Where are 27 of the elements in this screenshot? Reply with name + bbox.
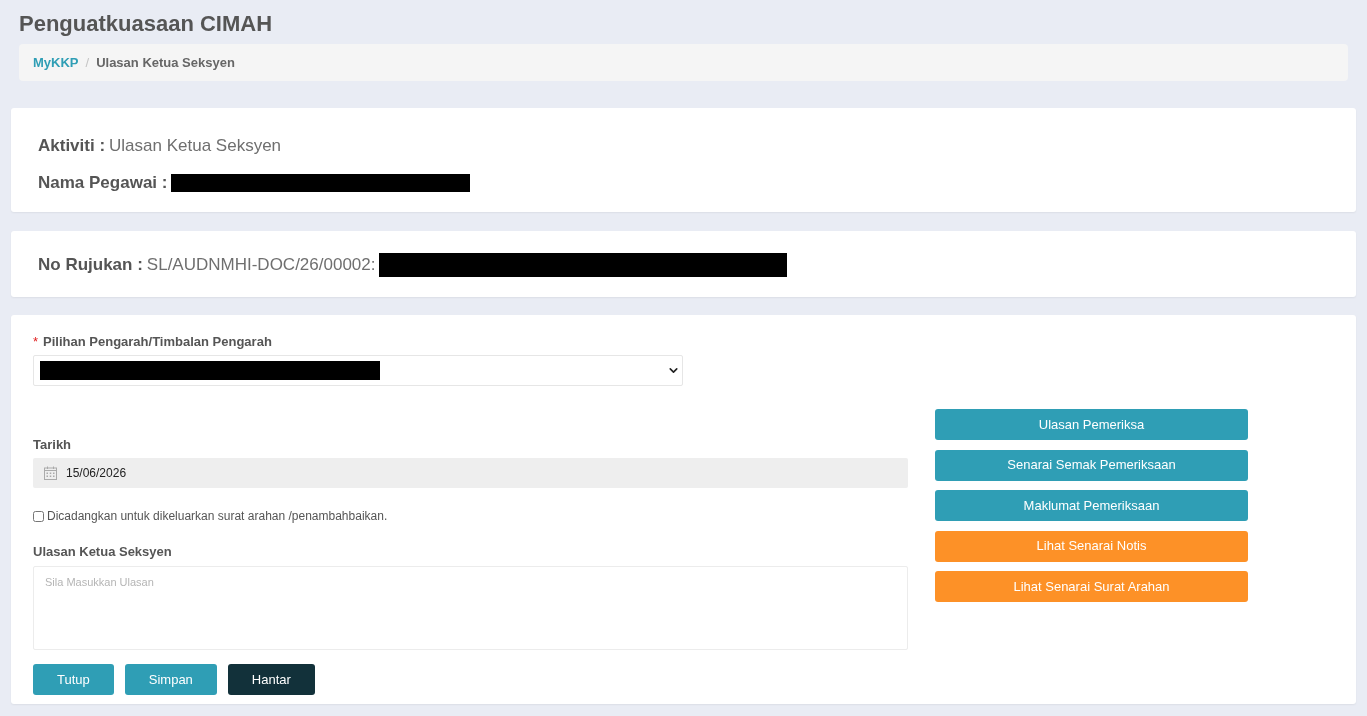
comment-textarea[interactable]: Sila Masukkan Ulasan	[33, 566, 908, 650]
page-title: Penguatkuasaan CIMAH	[18, 10, 274, 38]
side-button[interactable]: Maklumat Pemeriksaan	[935, 490, 1248, 521]
side-button[interactable]: Lihat Senarai Notis	[935, 530, 1248, 562]
field-label: Nama Pegawai :	[38, 172, 168, 195]
side-button[interactable]: Ulasan Pemeriksa	[935, 409, 1248, 440]
field-label: Ulasan Ketua Seksyen	[33, 544, 172, 560]
field-value: Ulasan Ketua Seksyen	[109, 135, 282, 158]
breadcrumb-current: Ulasan Ketua Seksyen	[96, 53, 235, 72]
action-button[interactable]: Tutup	[33, 664, 114, 695]
side-button[interactable]: Lihat Senarai Surat Arahan	[935, 571, 1248, 602]
field-value: SL/AUDNMHI-DOC/26/00002:	[146, 254, 376, 277]
date-field[interactable]: 15/06/2026	[33, 458, 908, 488]
required-mark: *	[33, 333, 39, 352]
side-button[interactable]: Senarai Semak Pemeriksaan	[935, 449, 1248, 481]
field-label: Aktiviti :	[38, 135, 106, 158]
breadcrumb-separator: /	[85, 53, 90, 72]
action-button[interactable]: Simpan	[124, 664, 217, 695]
select-field[interactable]	[33, 355, 683, 386]
breadcrumb-link[interactable]: MyKKP	[33, 52, 79, 73]
field-label: Pilihan Pengarah/Timbalan Pengarah	[43, 333, 272, 352]
checkbox[interactable]	[33, 510, 44, 522]
field-label: Tarikh	[33, 437, 72, 453]
checkbox-label: Dicadangkan untuk dikeluarkan surat arahan /penambahbaikan.	[47, 508, 388, 525]
field-label: No Rujukan :	[38, 254, 143, 277]
action-button[interactable]: Hantar	[227, 664, 315, 695]
calendar-icon	[44, 466, 57, 480]
